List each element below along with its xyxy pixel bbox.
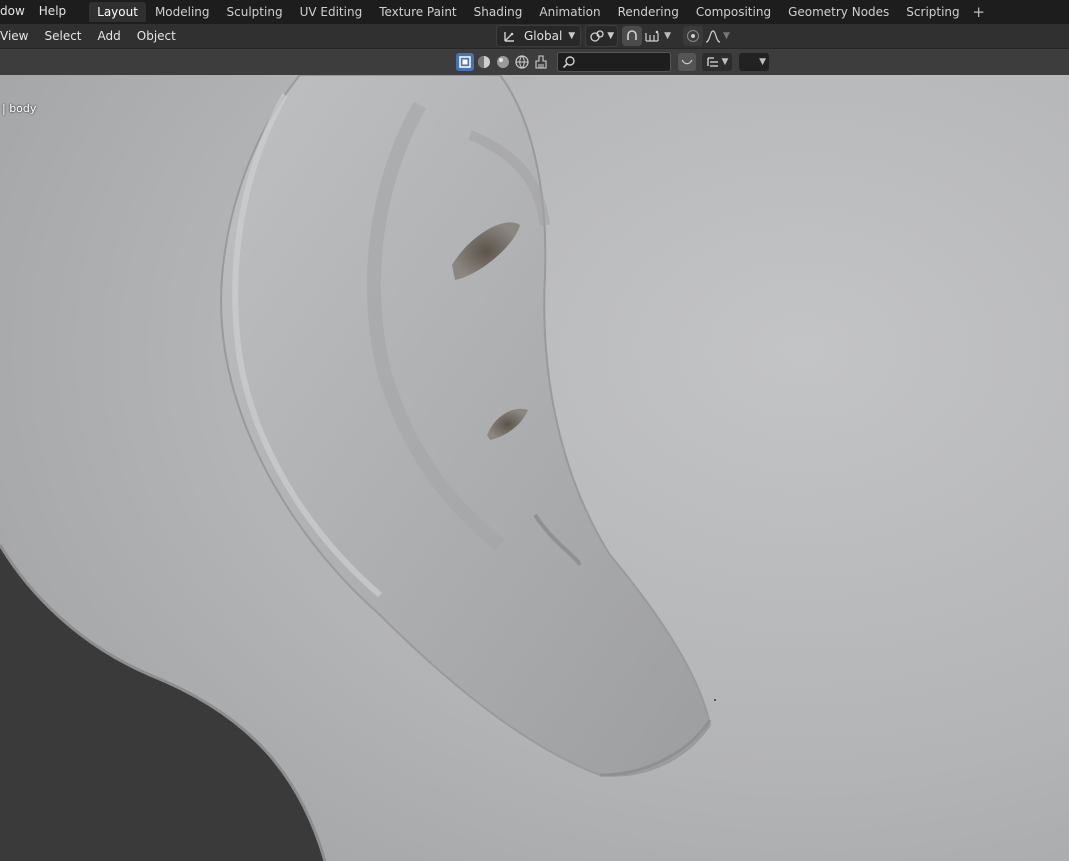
tab-modeling[interactable]: Modeling (147, 2, 218, 22)
snap-toggle[interactable] (622, 26, 643, 46)
tab-layout[interactable]: Layout (89, 2, 146, 22)
menu-add[interactable]: Add (90, 24, 129, 48)
chevron-down-icon: ▼ (568, 31, 576, 41)
snap-target-dropdown[interactable]: ▼ (644, 29, 671, 43)
pivot-dropdown[interactable]: ▼ (585, 25, 619, 47)
viewport-render (0, 75, 1069, 861)
snap-icon (627, 30, 637, 40)
chevron-down-icon: ▼ (759, 57, 766, 67)
tab-scripting[interactable]: Scripting (898, 2, 967, 22)
tab-rendering[interactable]: Rendering (610, 2, 687, 22)
menu-select[interactable]: Select (36, 24, 89, 48)
falloff-dropdown[interactable]: ▼ (705, 29, 730, 43)
cleanup-button[interactable] (532, 53, 550, 71)
tab-geometry-nodes[interactable]: Geometry Nodes (780, 2, 897, 22)
orientation-dropdown[interactable]: Global ▼ (496, 25, 582, 47)
solid-sphere-icon (478, 56, 490, 68)
material-sphere-icon (497, 56, 509, 68)
transform-controls: Global ▼ ▼ ▼ ▼ (496, 25, 730, 47)
tab-animation[interactable]: Animation (531, 2, 608, 22)
tab-compositing[interactable]: Compositing (688, 2, 779, 22)
add-workspace-button[interactable]: + (969, 3, 989, 21)
orientation-icon (502, 28, 518, 44)
chevron-down-icon: ▼ (723, 31, 730, 41)
filter-button[interactable] (678, 53, 696, 71)
proportional-icon (687, 30, 700, 42)
shading-solid-button[interactable] (475, 53, 493, 71)
select-box-button[interactable] (456, 53, 474, 71)
orientation-value: Global (524, 29, 563, 43)
menu-view[interactable]: View (0, 24, 36, 48)
menu-object[interactable]: Object (129, 24, 184, 48)
filter-chevron-icon (681, 59, 693, 65)
options-dropdown[interactable]: ▼ (739, 53, 769, 71)
pivot-icon (589, 28, 605, 44)
chevron-down-icon: ▼ (721, 57, 729, 67)
globe-icon (515, 55, 529, 69)
proportional-toggle[interactable] (683, 26, 704, 46)
outliner-icon (706, 57, 718, 67)
3d-viewport[interactable]: | body (0, 75, 1069, 861)
display-mode-dropdown[interactable]: ▼ (702, 53, 732, 71)
shading-rendered-button[interactable] (513, 53, 531, 71)
selection-mode-group: ▼ ▼ (456, 52, 769, 72)
brush-icon (535, 55, 547, 69)
top-bar: dow Help Layout Modeling Sculpting UV Ed… (0, 0, 1069, 24)
chevron-down-icon: ▼ (664, 31, 672, 41)
viewport-header: View Select Add Object Global ▼ ▼ ▼ ▼ (0, 24, 1069, 49)
tab-texture-paint[interactable]: Texture Paint (371, 2, 464, 22)
menu-window[interactable]: dow (0, 0, 32, 24)
shading-material-button[interactable] (494, 53, 512, 71)
tab-sculpting[interactable]: Sculpting (219, 2, 291, 22)
falloff-curve-icon (705, 30, 721, 43)
snap-increment-icon (645, 30, 659, 42)
tab-uv-editing[interactable]: UV Editing (292, 2, 371, 22)
chevron-down-icon: ▼ (607, 31, 615, 41)
tab-shading[interactable]: Shading (466, 2, 531, 22)
search-icon (562, 56, 575, 69)
object-name-label: | body (2, 102, 37, 115)
select-box-icon (459, 56, 471, 68)
search-input[interactable] (557, 52, 671, 72)
viewport-subheader: ▼ ▼ (0, 49, 1069, 75)
menu-help[interactable]: Help (32, 0, 73, 24)
workspace-tabs: Layout Modeling Sculpting UV Editing Tex… (89, 0, 989, 24)
